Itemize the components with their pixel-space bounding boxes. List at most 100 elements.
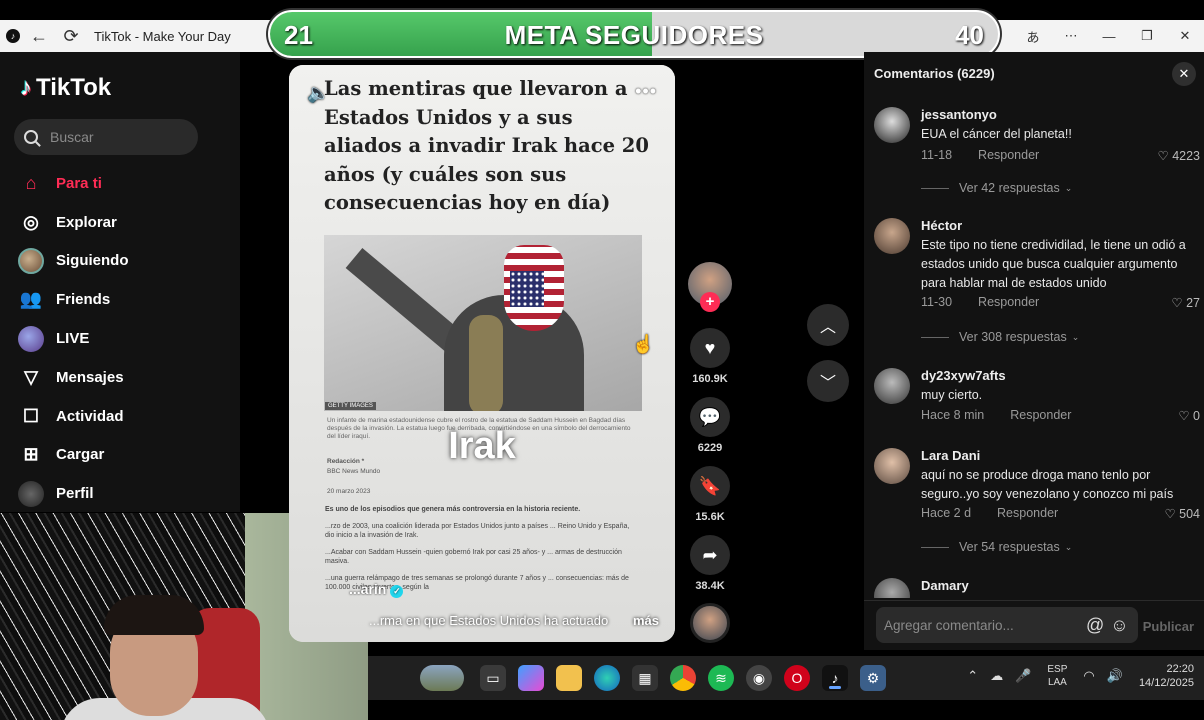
video-author[interactable]: ...arin ✓	[349, 581, 404, 598]
comment-text: EUA el cáncer del planeta!!	[921, 127, 1072, 141]
search-input[interactable]	[50, 129, 180, 145]
translate-icon[interactable]: あ	[1014, 27, 1052, 46]
emoji-icon[interactable]: ☺	[1110, 615, 1128, 636]
next-video-button[interactable]: ﹀	[807, 360, 849, 402]
sidebar-item-siguiendo[interactable]: Siguiendo	[18, 242, 129, 281]
volume-icon[interactable]: 🔈	[307, 83, 329, 104]
reply-button[interactable]: Responder	[978, 148, 1039, 162]
sidebar-item-para-ti[interactable]: ⌂ Para ti	[18, 164, 129, 203]
comment-avatar[interactable]	[874, 368, 910, 404]
weather-widget[interactable]	[420, 665, 464, 691]
brand-name: TikTok	[36, 74, 112, 101]
copilot-icon[interactable]	[518, 665, 544, 691]
article-paragraph: ...Acabar con Saddam Hussein -quien gobe…	[325, 549, 622, 565]
speaker-icon[interactable]: 🔊	[1107, 668, 1123, 684]
share-action[interactable]: ➦ 38.4K	[688, 535, 732, 592]
sidebar: ♪ TikTok ⌂ Para ti ◎ Explorar Siguiendo …	[0, 52, 240, 512]
minimize-icon[interactable]: —	[1090, 29, 1128, 44]
search-box[interactable]	[14, 119, 198, 155]
save-action[interactable]: 🔖 15.6K	[688, 466, 732, 523]
clock-time: 22:20	[1166, 663, 1194, 675]
chrome-icon[interactable]	[670, 665, 696, 691]
comment-avatar[interactable]	[874, 218, 910, 254]
music-disc-icon[interactable]	[690, 603, 730, 643]
publish-button[interactable]: Publicar	[1143, 619, 1194, 634]
previous-video-button[interactable]: ︿	[807, 304, 849, 346]
sidebar-item-label: Cargar	[56, 446, 105, 464]
reply-button[interactable]: Responder	[1010, 408, 1071, 422]
sidebar-nav: ⌂ Para ti ◎ Explorar Siguiendo 👥 Friends…	[18, 164, 129, 513]
obs-icon[interactable]: ◉	[746, 665, 772, 691]
clock[interactable]: 22:20 14/12/2025	[1139, 662, 1194, 690]
store-icon[interactable]: ▦	[632, 665, 658, 691]
send-icon: ▽	[24, 366, 38, 387]
replies-divider	[921, 336, 949, 338]
comment-username[interactable]: Héctor	[921, 218, 962, 233]
more-options-icon[interactable]: •••	[635, 81, 657, 102]
comment-date: 11-18	[921, 148, 953, 162]
share-arrow-icon[interactable]: ➦	[690, 535, 730, 575]
mention-at-icon[interactable]: @	[1086, 615, 1104, 636]
comment-username[interactable]: Damary	[921, 578, 969, 593]
friends-icon: 👥	[19, 289, 43, 310]
wifi-icon[interactable]: ◠	[1083, 668, 1094, 684]
cloud-icon[interactable]: ☁	[990, 668, 1003, 684]
opera-icon[interactable]: O	[784, 665, 810, 691]
sidebar-item-label: Para ti	[56, 174, 102, 192]
restore-icon[interactable]: ❐	[1128, 28, 1166, 44]
share-count: 38.4K	[695, 580, 725, 592]
profile-avatar-icon	[18, 480, 44, 507]
sidebar-item-perfil[interactable]: Perfil	[18, 474, 129, 513]
close-comments-button[interactable]: ✕	[1172, 62, 1196, 86]
sidebar-item-label: Friends	[56, 291, 111, 309]
like-action[interactable]: ♥ 160.9K	[688, 328, 732, 385]
comment-avatar[interactable]	[874, 448, 910, 484]
goal-target: 40	[955, 20, 984, 50]
comment-bubble-icon[interactable]: 💬	[690, 397, 730, 437]
comment-meta: Hace 8 min Responder	[921, 408, 1071, 422]
edge-icon[interactable]	[594, 665, 620, 691]
sidebar-item-live[interactable]: LIVE	[18, 319, 129, 358]
more-description-link[interactable]: más	[633, 613, 659, 628]
follow-plus-icon[interactable]: +	[700, 292, 720, 312]
language-indicator[interactable]: ESP LAA	[1047, 663, 1067, 689]
settings-gear-icon[interactable]: ⚙	[860, 665, 886, 691]
reply-button[interactable]: Responder	[978, 295, 1039, 309]
view-replies-button[interactable]: Ver 54 respuestas ⌄	[921, 540, 1072, 554]
heart-icon[interactable]: ♥	[690, 328, 730, 368]
tiktok-taskbar-icon[interactable]: ♪	[822, 665, 848, 691]
comment-like[interactable]: ♡ 504	[1164, 506, 1200, 521]
comment-username[interactable]: dy23xyw7afts	[921, 368, 1006, 383]
comment-input-box[interactable]: @ ☺	[876, 607, 1138, 643]
spotify-icon[interactable]: ≋	[708, 665, 734, 691]
sidebar-item-mensajes[interactable]: ▽ Mensajes	[18, 358, 129, 397]
task-view-icon[interactable]: ▭	[480, 665, 506, 691]
comment-action[interactable]: 💬 6229	[688, 397, 732, 454]
video-player[interactable]: Las mentiras que llevaron a Estados Unid…	[289, 65, 675, 642]
comment-input[interactable]	[884, 617, 1080, 633]
comment-like[interactable]: ♡ 27	[1171, 295, 1200, 310]
comment-username[interactable]: Lara Dani	[921, 448, 980, 463]
bookmark-icon[interactable]: 🔖	[690, 466, 730, 506]
comment-avatar[interactable]	[874, 578, 910, 598]
comment-avatar[interactable]	[874, 107, 910, 143]
tiktok-logo[interactable]: ♪ TikTok	[20, 74, 111, 102]
microphone-icon[interactable]: 🎤	[1015, 668, 1031, 684]
sidebar-item-friends[interactable]: 👥 Friends	[18, 280, 129, 319]
sidebar-item-cargar[interactable]: ⊞ Cargar	[18, 436, 129, 475]
back-arrow-icon[interactable]: ←	[26, 23, 52, 49]
sidebar-item-explorar[interactable]: ◎ Explorar	[18, 203, 129, 242]
refresh-icon[interactable]: ⟳	[58, 23, 84, 49]
comment-username[interactable]: jessantonyo	[921, 107, 997, 122]
reply-button[interactable]: Responder	[997, 506, 1058, 520]
close-icon[interactable]: ✕	[1166, 28, 1204, 44]
view-replies-button[interactable]: Ver 308 respuestas ⌄	[921, 330, 1079, 344]
file-explorer-icon[interactable]	[556, 665, 582, 691]
comment-like[interactable]: ♡ 4223	[1157, 148, 1200, 163]
view-replies-button[interactable]: Ver 42 respuestas ⌄	[921, 181, 1072, 195]
sidebar-item-actividad[interactable]: ☐ Actividad	[18, 397, 129, 436]
chevron-up-icon[interactable]: ⌃	[967, 668, 978, 684]
comment-like[interactable]: ♡ 0	[1178, 408, 1200, 423]
more-menu-icon[interactable]: ⋯	[1052, 28, 1090, 44]
active-app-indicator	[829, 686, 841, 689]
